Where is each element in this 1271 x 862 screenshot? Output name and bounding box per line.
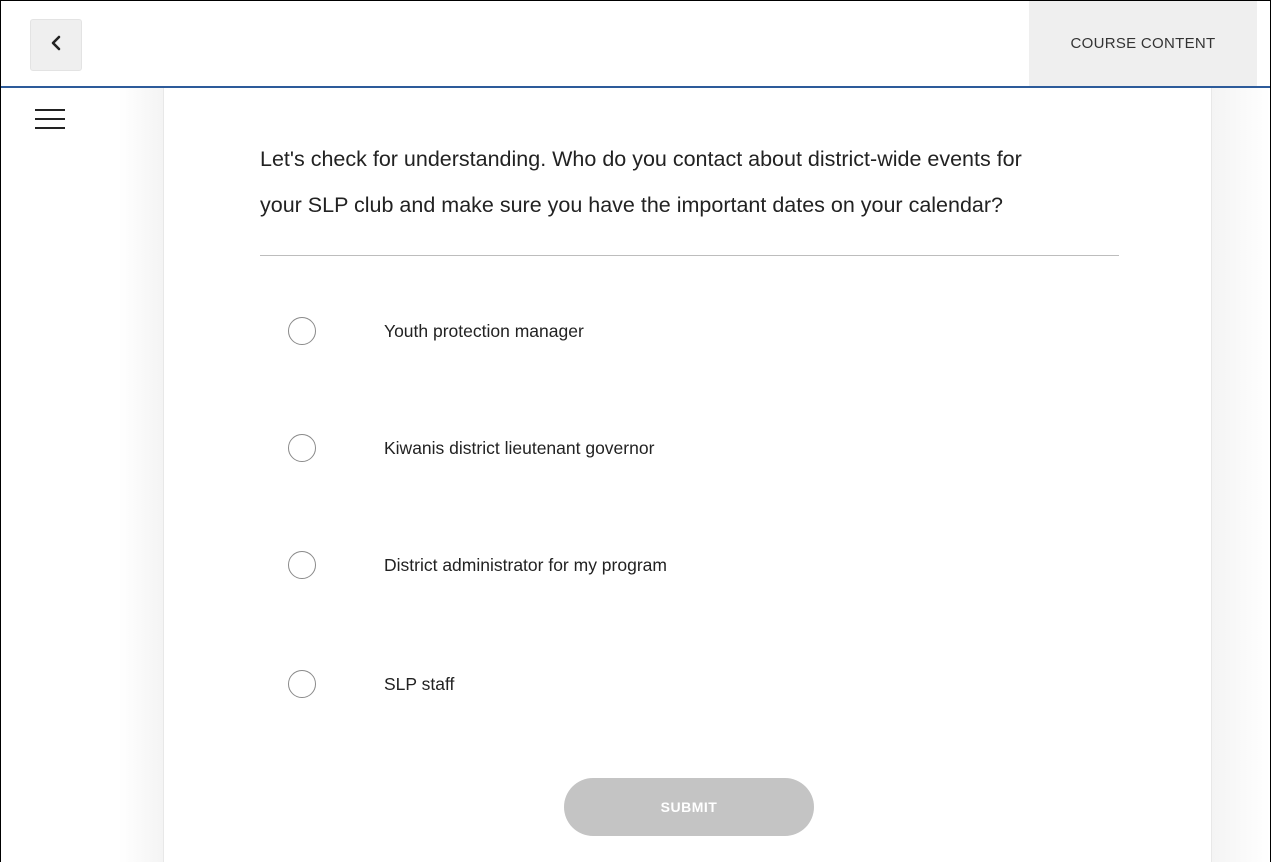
answer-option[interactable]: Kiwanis district lieutenant governor (288, 432, 654, 464)
radio-button[interactable] (288, 317, 316, 345)
quiz-panel: Let's check for understanding. Who do yo… (163, 88, 1212, 862)
top-bar: COURSE CONTENT (1, 1, 1270, 88)
question-line: Let's check for understanding. Who do yo… (260, 147, 1022, 171)
course-content-button[interactable]: COURSE CONTENT (1029, 1, 1257, 86)
hamburger-menu-icon[interactable] (35, 109, 65, 131)
answer-option[interactable]: Youth protection manager (288, 315, 584, 347)
answer-label: District administrator for my program (384, 554, 667, 575)
answer-label: Youth protection manager (384, 320, 584, 341)
radio-button[interactable] (288, 434, 316, 462)
divider (260, 255, 1119, 256)
left-gutter (119, 88, 163, 862)
right-gutter (1212, 88, 1270, 862)
chevron-left-icon (49, 35, 63, 56)
submit-button[interactable]: SUBMIT (564, 778, 814, 836)
answer-option[interactable]: District administrator for my program (288, 549, 667, 581)
answer-label: SLP staff (384, 673, 455, 694)
answer-label: Kiwanis district lieutenant governor (384, 437, 655, 458)
question-text: Let's check for understanding. Who do yo… (260, 136, 1140, 228)
radio-button[interactable] (288, 551, 316, 579)
back-button[interactable] (30, 19, 82, 71)
question-line: your SLP club and make sure you have the… (260, 193, 1003, 217)
answer-option[interactable]: SLP staff (288, 668, 454, 700)
app-window: COURSE CONTENT Let's check for understan… (0, 0, 1271, 862)
radio-button[interactable] (288, 670, 316, 698)
